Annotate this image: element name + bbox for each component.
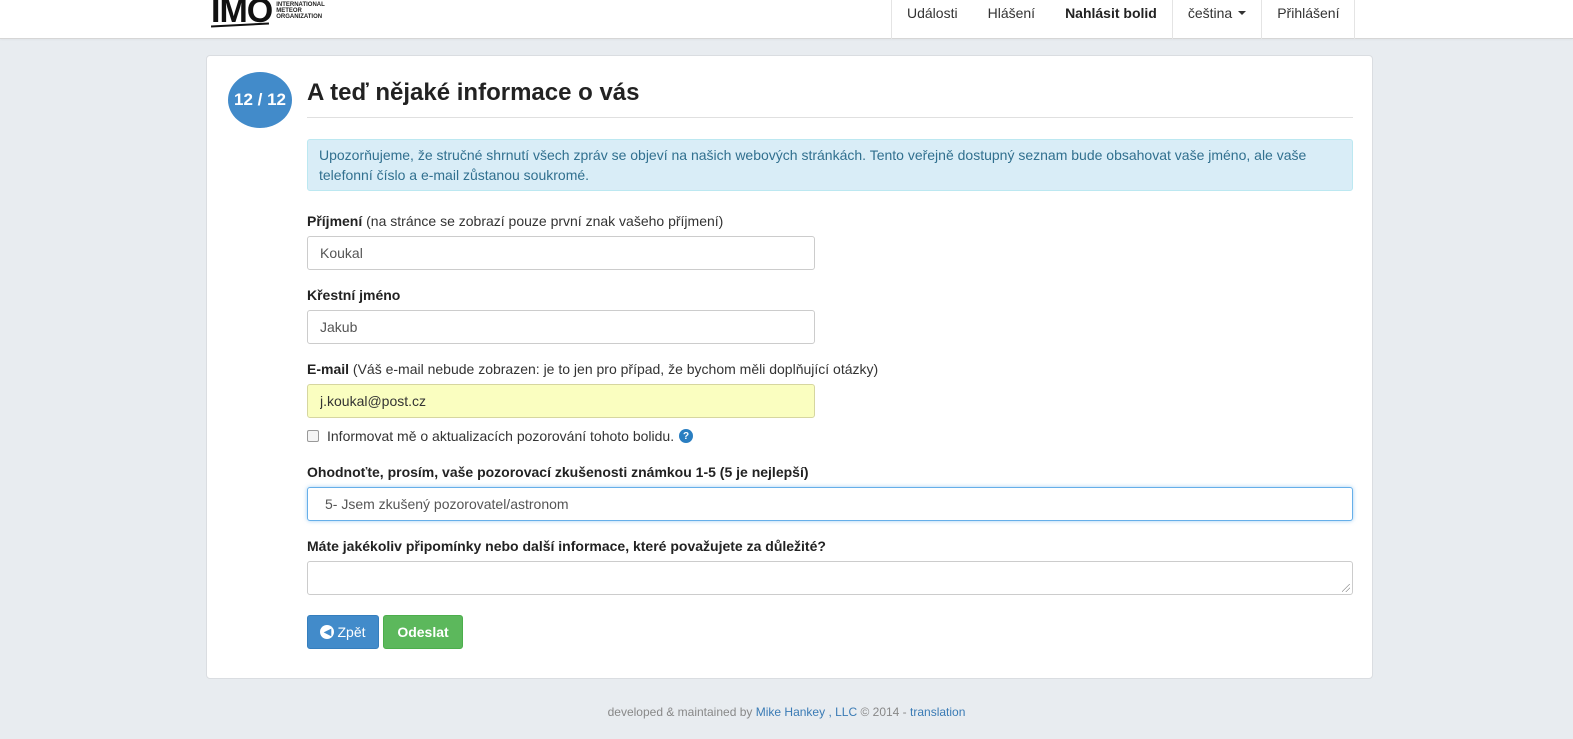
logo-mark: IMO [211,0,273,28]
imo-logo[interactable]: IMO International Meteor Organization [211,0,325,28]
comments-label: Máte jakékoliv připomínky nebo další inf… [307,538,826,554]
nav-item-login[interactable]: Přihlášení [1261,0,1356,39]
logo-org-name: International Meteor Organization [276,2,325,20]
nav-item-report-fireball[interactable]: Nahlásit bolid [1050,0,1172,39]
title-divider [307,117,1353,118]
experience-label: Ohodnoťte, prosím, vaše pozorovací zkuše… [307,464,809,480]
firstname-label: Křestní jméno [307,287,401,303]
main-nav: Události Hlášení Nahlásit bolid čeština … [891,0,1356,39]
surname-label: Příjmení (na stránce se zobrazí pouze pr… [307,213,724,229]
nav-item-events[interactable]: Události [891,0,973,39]
experience-select[interactable]: 5- Jsem zkušený pozorovatel/astronom [307,487,1353,521]
company-link[interactable]: , LLC [828,705,857,719]
resize-handle[interactable] [1342,584,1350,592]
firstname-input[interactable] [307,310,815,344]
nav-item-reports[interactable]: Hlášení [973,0,1050,39]
surname-input[interactable] [307,236,815,270]
privacy-notice: Upozorňujeme, že stručné shrnutí všech z… [307,139,1353,191]
step-badge: 12 / 12 [228,72,292,128]
author-link[interactable]: Mike Hankey [756,705,825,719]
submit-button[interactable]: Odeslat [383,615,463,649]
arrow-left-circle-icon: ◀ [320,625,335,639]
top-navbar: IMO International Meteor Organization Ud… [0,0,1573,39]
comments-textarea[interactable] [307,561,1353,595]
email-input[interactable] [307,384,815,418]
nav-item-language[interactable]: čeština [1171,0,1261,39]
notify-updates-row: Informovat mě o aktualizacích pozorování… [307,428,694,444]
notify-updates-label[interactable]: Informovat mě o aktualizacích pozorování… [327,428,674,444]
notify-updates-checkbox[interactable] [307,430,319,442]
caret-down-icon [1238,11,1247,15]
form-panel: 12 / 12 A teď nějaké informace o vás Upo… [206,55,1373,679]
footer: developed & maintained by Mike Hankey , … [607,705,966,719]
question-circle-icon[interactable]: ? [679,429,694,443]
back-button[interactable]: ◀ Zpět [307,615,379,649]
translation-link[interactable]: translation [910,705,965,719]
email-label: E-mail (Váš e-mail nebude zobrazen: je t… [307,361,879,377]
page-title: A teď nějaké informace o vás [307,79,640,106]
